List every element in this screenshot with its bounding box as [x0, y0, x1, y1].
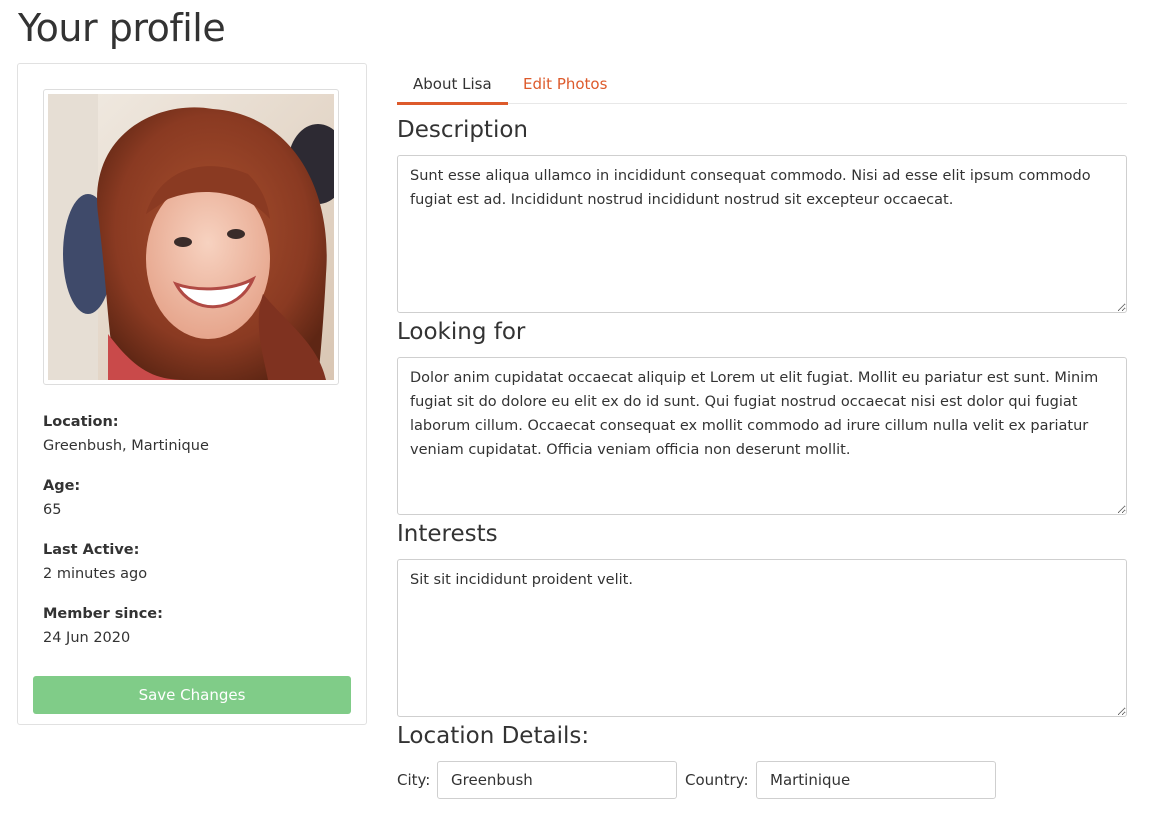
age-value: 65 — [43, 502, 62, 518]
last-active-label: Last Active: — [43, 542, 140, 558]
age-label: Age: — [43, 478, 81, 494]
location-value: Greenbush, Martinique — [43, 438, 209, 454]
tab-edit-photos[interactable]: Edit Photos — [507, 64, 623, 105]
profile-photo — [43, 89, 339, 385]
profile-photo-image — [48, 94, 334, 380]
interests-heading: Interests — [397, 521, 498, 547]
tab-about[interactable]: About Lisa — [397, 64, 508, 105]
save-changes-button[interactable]: Save Changes — [33, 676, 351, 714]
location-info: Location: Greenbush, Martinique — [43, 412, 343, 456]
last-active-info: Last Active: 2 minutes ago — [43, 540, 343, 584]
description-textarea[interactable]: Sunt esse aliqua ullamco in incididunt c… — [397, 155, 1127, 313]
member-since-label: Member since: — [43, 606, 163, 622]
profile-card: Location: Greenbush, Martinique Age: 65 … — [17, 63, 367, 725]
location-details-heading: Location Details: — [397, 723, 590, 749]
city-input[interactable] — [437, 761, 677, 799]
city-label: City: — [397, 771, 431, 789]
looking-for-textarea[interactable]: Dolor anim cupidatat occaecat aliquip et… — [397, 357, 1127, 515]
member-since-info: Member since: 24 Jun 2020 — [43, 604, 343, 648]
looking-for-heading: Looking for — [397, 319, 526, 345]
member-since-value: 24 Jun 2020 — [43, 630, 131, 646]
page-title: Your profile — [18, 6, 226, 50]
country-input[interactable] — [756, 761, 996, 799]
location-label: Location: — [43, 414, 119, 430]
country-label: Country: — [685, 771, 749, 789]
last-active-value: 2 minutes ago — [43, 566, 148, 582]
description-heading: Description — [397, 117, 528, 143]
age-info: Age: 65 — [43, 476, 343, 520]
interests-textarea[interactable]: Sit sit incididunt proident velit. — [397, 559, 1127, 717]
profile-tabs: About Lisa Edit Photos — [397, 64, 1127, 105]
